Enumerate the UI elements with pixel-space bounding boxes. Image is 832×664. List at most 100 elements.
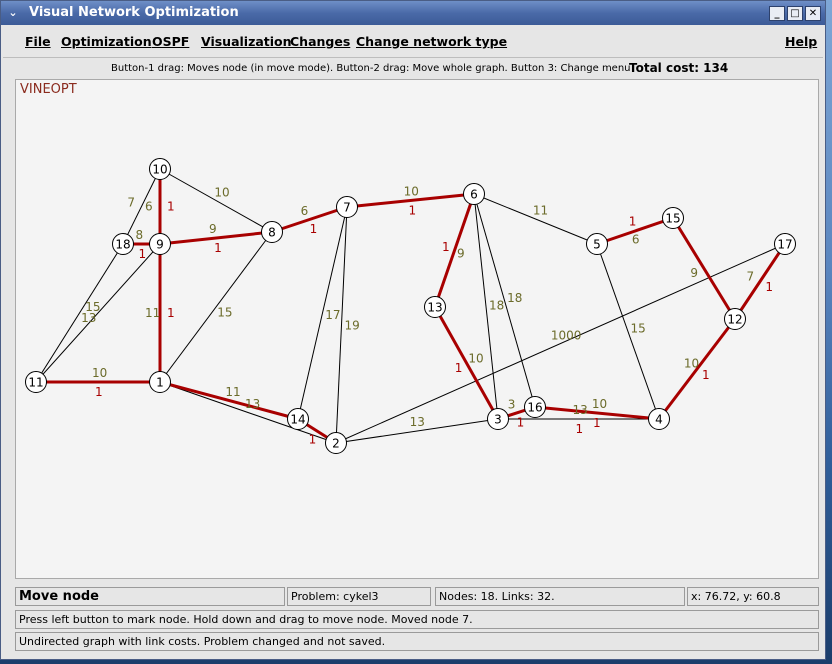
- network-graph[interactable]: 10111 16 191611019110131101101961711118110…: [16, 80, 818, 578]
- node-label: 9: [156, 238, 164, 252]
- menu-bar: File Optimization OSPF Visualization Cha…: [3, 27, 823, 58]
- mouse-hint-text: Button-1 drag: Moves node (in move mode)…: [111, 63, 631, 74]
- problem-name: Problem: cykel3: [287, 587, 431, 606]
- edge-13-3[interactable]: [433, 306, 500, 420]
- edge-cost-4-12: 10: [684, 357, 699, 371]
- node-label: 15: [665, 212, 680, 226]
- edge-cost-8-7: 6: [301, 204, 309, 218]
- node-9[interactable]: 9: [149, 233, 171, 255]
- edge-flow-6-13: 1: [442, 240, 450, 254]
- edge-flow-4-12: 1: [702, 368, 710, 382]
- edge-cost-11-9: 15: [85, 300, 100, 314]
- maximize-button[interactable]: □: [787, 6, 803, 21]
- edge-flow-11-1: 1: [95, 385, 103, 399]
- edge-flow-3-16: 1: [517, 416, 525, 430]
- node-label: 6: [470, 188, 478, 202]
- edge-flow-7-6: 1: [409, 203, 417, 217]
- edge-cost-3-4: 13: [573, 403, 588, 417]
- minimize-button[interactable]: _: [769, 6, 785, 21]
- info-bar: Button-1 drag: Moves node (in move mode)…: [15, 59, 821, 79]
- edge-cost-18-9: 8: [136, 228, 144, 242]
- edge-flow-14-2: 1: [309, 432, 317, 446]
- node-11[interactable]: 11: [25, 371, 47, 393]
- edge-12-15[interactable]: [671, 217, 737, 320]
- status-row: Move node Problem: cykel3 Nodes: 18. Lin…: [15, 587, 819, 607]
- node-label: 5: [593, 238, 601, 252]
- edge-flow-9-10: 1: [167, 200, 175, 214]
- edge-6-5[interactable]: [473, 193, 598, 245]
- menu-change-network-type[interactable]: Change network type: [356, 34, 507, 49]
- edge-cost-6-5: 11: [533, 204, 548, 218]
- edge-cost-10-8: 10: [214, 186, 229, 200]
- node-8[interactable]: 8: [261, 221, 283, 243]
- edge-cost-9-8: 9: [209, 222, 217, 236]
- cursor-coordinates: x: 76.72, y: 60.8: [687, 587, 819, 606]
- node-label: 14: [290, 413, 305, 427]
- node-label: 17: [777, 238, 792, 252]
- edge-cost-12-17: 7: [747, 270, 755, 284]
- node-13[interactable]: 13: [424, 296, 446, 318]
- edge-6-16[interactable]: [473, 193, 536, 408]
- window-menu-icon[interactable]: ⌄: [5, 5, 21, 21]
- node-10[interactable]: 10: [149, 158, 171, 180]
- menu-ospf[interactable]: OSPF: [152, 34, 189, 49]
- menu-help[interactable]: Help: [785, 34, 817, 49]
- edge-cost-6-13: 9: [457, 246, 465, 260]
- node-2[interactable]: 2: [325, 432, 347, 454]
- edge-cost-16-4: 10: [592, 397, 607, 411]
- node-5[interactable]: 5: [586, 233, 608, 255]
- node-label: 7: [343, 201, 351, 215]
- title-bar[interactable]: ⌄ Visual Network Optimization _ □ ✕: [1, 1, 825, 25]
- edge-cost-1-14: 11: [225, 385, 240, 399]
- node-16[interactable]: 16: [524, 396, 546, 418]
- edge-cost-7-14: 17: [325, 308, 340, 322]
- edge-cost-3-16: 3: [508, 397, 516, 411]
- close-button[interactable]: ✕: [805, 6, 821, 21]
- app-window: ⌄ Visual Network Optimization _ □ ✕ File…: [0, 0, 826, 660]
- node-7[interactable]: 7: [336, 196, 358, 218]
- edge-flow-12-17: 1: [765, 280, 773, 294]
- edge-cost-18-10: 7: [127, 196, 135, 210]
- edge-cost-8-1: 15: [217, 305, 232, 319]
- graph-canvas[interactable]: VINEOPT 10 1 11 1 6 1 9 1 6 1 10 1 9 1 10 1 3 1 10 1 10 1 9 6 1 7…: [15, 79, 819, 579]
- menu-visualization[interactable]: Visualization: [201, 34, 292, 49]
- edge-flow-13-3: 1: [455, 361, 463, 375]
- edge-cost-6-16: 18: [507, 291, 522, 305]
- node-18[interactable]: 18: [112, 233, 134, 255]
- edge-cost-7-2: 19: [344, 318, 359, 332]
- node-label: 2: [332, 437, 340, 451]
- edge-6-13[interactable]: [433, 193, 476, 308]
- node-label: 3: [494, 413, 502, 427]
- menu-optimization[interactable]: Optimization: [61, 34, 152, 49]
- node-label: 4: [655, 413, 663, 427]
- menu-file[interactable]: File: [25, 34, 51, 49]
- edge-5-4[interactable]: [596, 243, 660, 420]
- node-label: 16: [527, 401, 542, 415]
- status-message: Press left button to mark node. Hold dow…: [15, 610, 819, 629]
- edge-cost-13-3: 10: [468, 352, 483, 366]
- node-4[interactable]: 4: [648, 408, 670, 430]
- edge-cost-5-4: 15: [630, 321, 645, 335]
- edge-18-11[interactable]: [35, 243, 124, 383]
- node-12[interactable]: 12: [724, 308, 746, 330]
- edge-flow-18-9: 1: [139, 247, 147, 261]
- node-link-count: Nodes: 18. Links: 32.: [435, 587, 685, 606]
- node-1[interactable]: 1: [149, 371, 171, 393]
- edge-cost-6-3: 18: [489, 299, 504, 313]
- total-cost-label: Total cost: 134: [629, 61, 729, 75]
- window-title: Visual Network Optimization: [29, 5, 239, 20]
- menu-changes[interactable]: Changes: [290, 34, 350, 49]
- node-17[interactable]: 17: [774, 233, 796, 255]
- node-15[interactable]: 15: [662, 207, 684, 229]
- node-14[interactable]: 14: [287, 408, 309, 430]
- edge-cost-11-1: 10: [92, 366, 107, 380]
- node-label: 13: [427, 301, 442, 315]
- node-label: 10: [152, 163, 167, 177]
- edge-cost-2-17: 1000: [551, 328, 582, 342]
- edge-cost-1-2: 13: [245, 397, 260, 411]
- edge-cost-12-15: 9: [690, 266, 698, 280]
- node-3[interactable]: 3: [487, 408, 509, 430]
- edge-flow-16-4: 1: [593, 416, 601, 430]
- edge-cost-15-5: 6: [632, 233, 640, 247]
- node-6[interactable]: 6: [463, 183, 485, 205]
